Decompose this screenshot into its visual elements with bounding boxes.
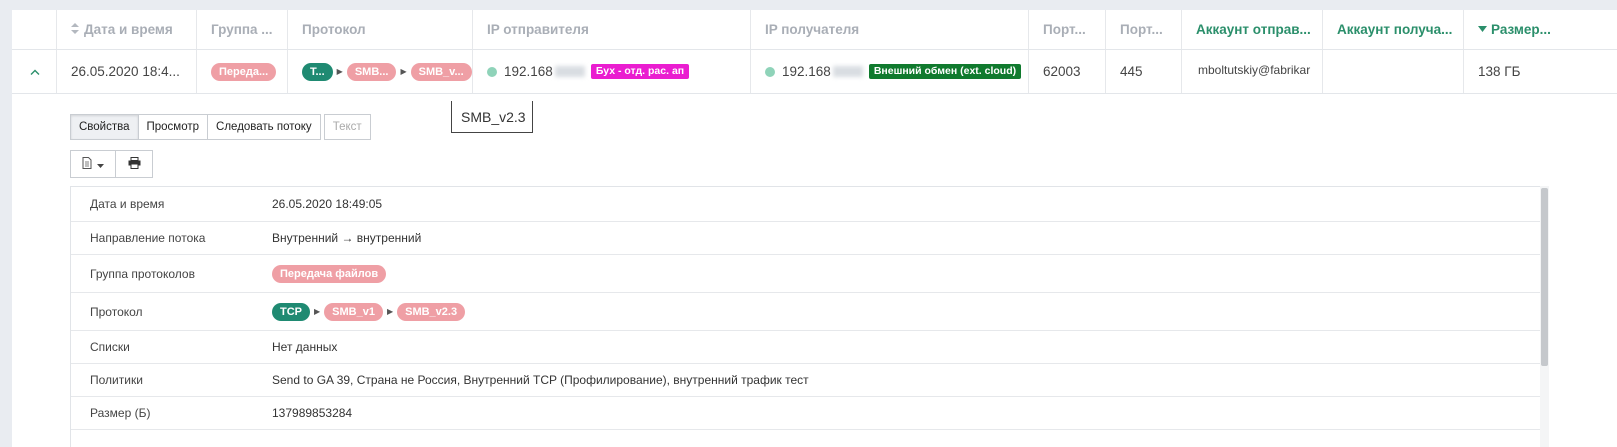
row-dst-port: 445 xyxy=(1105,50,1181,93)
header-label: Дата и время xyxy=(84,22,173,37)
header-dst-port[interactable]: Порт... xyxy=(1105,10,1181,49)
status-dot-icon xyxy=(765,66,775,77)
prop-key: Направление потока xyxy=(90,231,206,245)
row-receiver-account xyxy=(1322,50,1463,93)
row-size: 138 ГБ xyxy=(1463,50,1617,93)
sender-account-text: mboltutskiy@fabrikar xyxy=(1198,63,1311,77)
header-label: Протокол xyxy=(302,22,366,37)
header-label: Порт... xyxy=(1120,22,1163,37)
header-label: Группа ... xyxy=(211,22,273,37)
prop-row-group: Группа протоколов Передача файлов xyxy=(71,255,1547,293)
row-receiver-ip: 192.168 Внешний обмен (ext. cloud) xyxy=(750,50,1028,93)
row-group: Переда... xyxy=(196,50,287,93)
header-src-port[interactable]: Порт... xyxy=(1028,10,1105,49)
prop-key: Политики xyxy=(90,373,143,387)
header-datetime[interactable]: Дата и время xyxy=(56,10,196,49)
header-expand-col xyxy=(12,10,56,49)
header-protocol[interactable]: Протокол xyxy=(287,10,472,49)
tab-text: Текст xyxy=(323,114,371,140)
row-datetime: 26.05.2020 18:4... xyxy=(56,50,196,93)
document-icon xyxy=(82,156,92,172)
header-label: Аккаунт получа... xyxy=(1337,22,1453,37)
sender-ip-text: 192.168 xyxy=(504,64,553,79)
prop-key: Размер (Б) xyxy=(90,406,151,420)
details-toolbar xyxy=(70,150,153,178)
caret-right-icon: ▶ xyxy=(386,307,394,316)
prop-row-size: Размер (Б) 137989853284 xyxy=(71,397,1547,430)
protocol-pill-smb-v23[interactable]: SMB_v2.3 xyxy=(397,302,466,321)
header-label: IP отправителя xyxy=(487,22,589,37)
grid-header: Дата и время Группа ... Протокол IP отпр… xyxy=(12,10,1617,50)
src-port-text: 62003 xyxy=(1043,64,1081,79)
prop-value: Нет данных xyxy=(272,340,338,354)
details-tabs: Свойства Просмотр Следовать потоку Текст xyxy=(70,114,371,140)
redacted-ip xyxy=(832,66,863,77)
caret-right-icon: ▶ xyxy=(336,67,343,76)
row-sender-account: mboltutskiy@fabrikar xyxy=(1181,50,1322,93)
receiver-ip-text: 192.168 xyxy=(782,64,831,79)
prop-row-direction: Направление потока Внутренний → внутренн… xyxy=(71,222,1547,255)
prop-value: TCP ▶ SMB_v1 ▶ SMB_v2.3 xyxy=(272,302,466,321)
properties-table: Дата и время 26.05.2020 18:49:05 Направл… xyxy=(70,186,1547,447)
row-datetime-text: 26.05.2020 18:4... xyxy=(71,64,180,79)
protocol-pill-smb-v1[interactable]: SMB_v1 xyxy=(324,302,383,321)
prop-value: Внутренний → внутренний xyxy=(272,231,422,245)
tab-follow-stream[interactable]: Следовать потоку xyxy=(207,114,321,140)
protocol-pill-tcp[interactable]: T... xyxy=(302,62,333,81)
prop-key: Группа протоколов xyxy=(90,266,195,281)
row-src-port: 62003 xyxy=(1028,50,1105,93)
chevron-up-icon[interactable] xyxy=(12,50,56,93)
row-sender-ip: 192.168 Бух - отд. рас. ап xyxy=(472,50,750,93)
sort-both-icon xyxy=(71,22,80,37)
tab-view[interactable]: Просмотр xyxy=(137,114,209,140)
scrollbar-thumb[interactable] xyxy=(1541,188,1548,366)
tab-properties[interactable]: Свойства xyxy=(70,114,139,140)
prop-row-protocol: Протокол TCP ▶ SMB_v1 ▶ SMB_v2.3 xyxy=(71,293,1547,331)
results-grid: Дата и время Группа ... Протокол IP отпр… xyxy=(12,10,1617,447)
row-protocol: T... ▶ SMB... ▶ SMB_v... xyxy=(287,50,472,93)
header-sender-account[interactable]: Аккаунт отправ... xyxy=(1181,10,1322,49)
protocol-pill-smb[interactable]: SMB... xyxy=(346,62,397,81)
group-pill[interactable]: Переда... xyxy=(211,62,277,81)
protocol-tooltip: SMB_v2.3 xyxy=(451,101,533,133)
prop-key: Дата и время xyxy=(90,197,165,211)
prop-value: 137989853284 xyxy=(272,406,353,420)
dst-port-text: 445 xyxy=(1120,64,1143,79)
protocol-pill-tcp[interactable]: TCP xyxy=(272,302,310,321)
header-sender-ip[interactable]: IP отправителя xyxy=(472,10,750,49)
print-button[interactable] xyxy=(115,150,153,178)
protocol-pill-smb-v[interactable]: SMB_v... xyxy=(410,62,472,81)
sort-down-icon xyxy=(1478,25,1487,35)
prop-key: Протокол xyxy=(90,304,143,319)
prop-value: Передача файлов xyxy=(272,264,387,283)
prop-row-datetime: Дата и время 26.05.2020 18:49:05 xyxy=(71,187,1547,222)
group-pill[interactable]: Передача файлов xyxy=(272,264,387,283)
header-group[interactable]: Группа ... xyxy=(196,10,287,49)
redacted-ip xyxy=(554,66,585,77)
prop-row-policies: Политики Send to GA 39, Страна не Россия… xyxy=(71,364,1547,397)
caret-down-icon xyxy=(97,157,104,171)
header-label: IP получателя xyxy=(765,22,860,37)
prop-value: 26.05.2020 18:49:05 xyxy=(272,197,383,211)
print-icon xyxy=(128,156,141,172)
header-label: Аккаунт отправ... xyxy=(1196,22,1311,37)
header-receiver-ip[interactable]: IP получателя xyxy=(750,10,1028,49)
sender-tag: Бух - отд. рас. ап xyxy=(590,64,690,79)
prop-row-lists: Списки Нет данных xyxy=(71,331,1547,364)
prop-value: Send to GA 39, Страна не Россия, Внутрен… xyxy=(272,373,809,387)
table-row[interactable]: 26.05.2020 18:4... Переда... T... ▶ SMB.… xyxy=(12,50,1617,94)
caret-right-icon: ▶ xyxy=(314,307,321,316)
header-label: Порт... xyxy=(1043,22,1086,37)
size-text: 138 ГБ xyxy=(1478,64,1521,79)
caret-right-icon: ▶ xyxy=(400,67,407,76)
prop-key: Списки xyxy=(90,340,130,354)
header-receiver-account[interactable]: Аккаунт получа... xyxy=(1322,10,1463,49)
status-dot-icon xyxy=(487,66,497,77)
export-dropdown-button[interactable] xyxy=(70,150,116,178)
header-label: Размер... xyxy=(1491,22,1551,37)
receiver-tag: Внешний обмен (ext. cloud) xyxy=(868,64,1022,79)
header-size[interactable]: Размер... xyxy=(1463,10,1617,49)
